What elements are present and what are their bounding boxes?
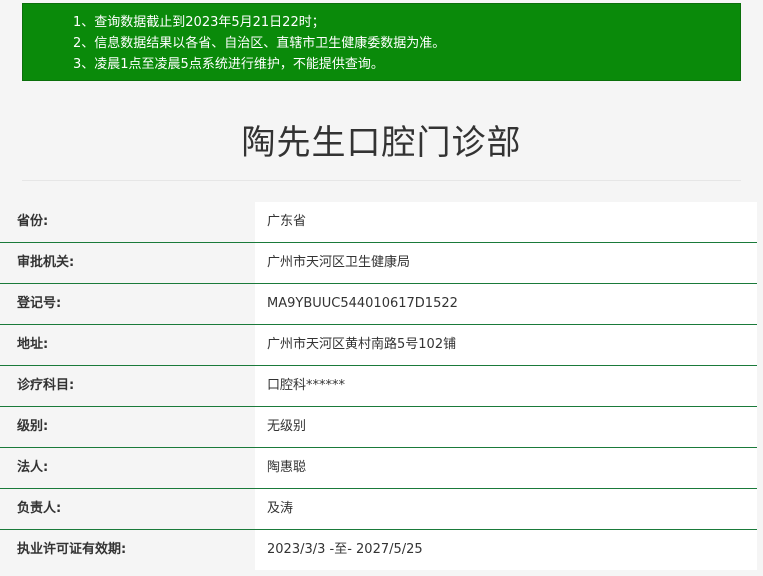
row-value: 广东省 [255, 202, 757, 242]
row-label: 级别: [0, 407, 255, 447]
page-title: 陶先生口腔门诊部 [241, 123, 522, 163]
row-value: MA9YBUUC544010617D1522 [255, 284, 757, 324]
table-row-registration: 登记号: MA9YBUUC544010617D1522 [0, 284, 757, 325]
table-row-departments: 诊疗科目: 口腔科****** [0, 366, 757, 407]
row-label: 法人: [0, 448, 255, 488]
notice-line-2: 2、信息数据结果以各省、自治区、直辖市卫生健康委数据为准。 [73, 36, 446, 51]
table-row-license-validity: 执业许可证有效期: 2023/3/3 -至- 2027/5/25 [0, 530, 757, 571]
row-value: 陶惠聪 [255, 448, 757, 488]
row-label: 审批机关: [0, 243, 255, 283]
row-label: 诊疗科目: [0, 366, 255, 406]
row-label: 省份: [0, 202, 255, 242]
table-row-authority: 审批机关: 广州市天河区卫生健康局 [0, 243, 757, 284]
details-table: 省份: 广东省 审批机关: 广州市天河区卫生健康局 登记号: MA9YBUUC5… [0, 202, 757, 571]
table-row-address: 地址: 广州市天河区黄村南路5号102铺 [0, 325, 757, 366]
title-divider [22, 180, 741, 181]
row-value: 广州市天河区黄村南路5号102铺 [255, 325, 757, 365]
row-label: 登记号: [0, 284, 255, 324]
table-row-level: 级别: 无级别 [0, 407, 757, 448]
row-label: 执业许可证有效期: [0, 530, 255, 570]
row-value: 及涛 [255, 489, 757, 529]
row-value: 广州市天河区卫生健康局 [255, 243, 757, 283]
row-value: 无级别 [255, 407, 757, 447]
row-value: 口腔科****** [255, 366, 757, 406]
row-label: 地址: [0, 325, 255, 365]
row-value: 2023/3/3 -至- 2027/5/25 [255, 530, 757, 570]
table-row-person-in-charge: 负责人: 及涛 [0, 489, 757, 530]
notice-banner: 1、查询数据截止到2023年5月21日22时； 2、信息数据结果以各省、自治区、… [22, 3, 741, 81]
table-row-province: 省份: 广东省 [0, 202, 757, 243]
notice-line-3: 3、凌晨1点至凌晨5点系统进行维护，不能提供查询。 [73, 57, 384, 72]
notice-line-1: 1、查询数据截止到2023年5月21日22时； [73, 15, 325, 30]
row-label: 负责人: [0, 489, 255, 529]
table-row-legal-person: 法人: 陶惠聪 [0, 448, 757, 489]
